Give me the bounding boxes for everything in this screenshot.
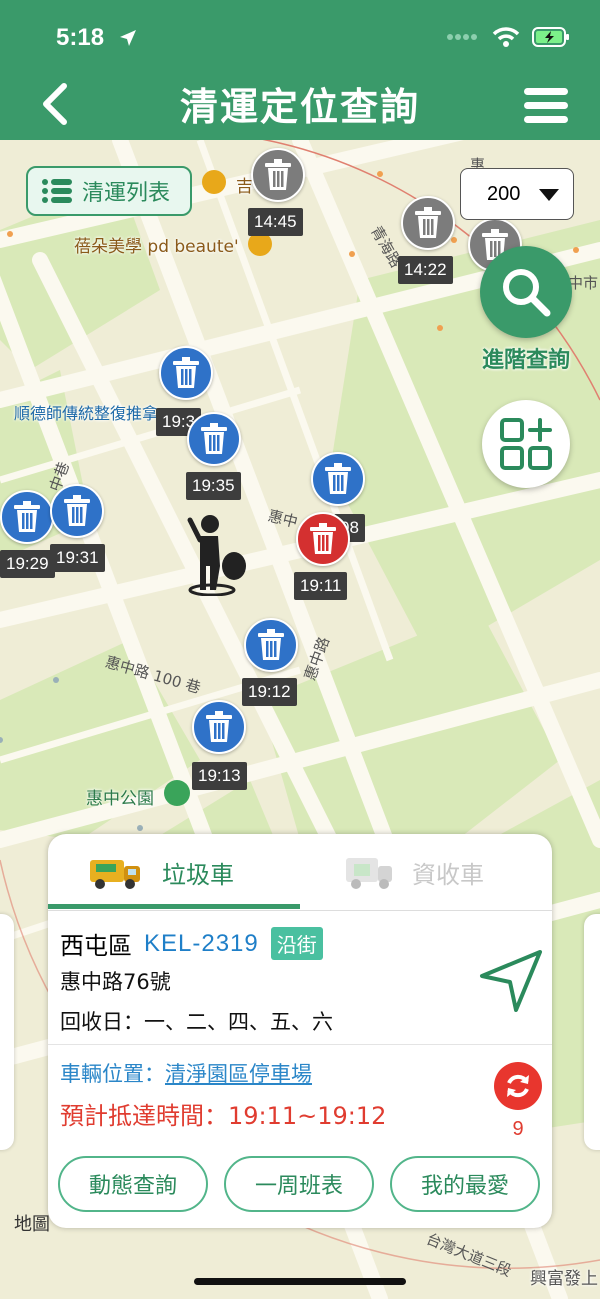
- trash-icon: [310, 523, 336, 554]
- trash-icon: [415, 207, 441, 238]
- trash-icon: [64, 495, 90, 526]
- trash-marker[interactable]: [401, 196, 455, 250]
- marker-time-label: 19:29: [0, 550, 55, 578]
- trash-marker[interactable]: [0, 490, 54, 544]
- status-bar: 5:18: [0, 0, 600, 68]
- tab-garbage-truck[interactable]: 垃圾車: [88, 834, 234, 910]
- trash-marker[interactable]: [187, 412, 241, 466]
- street-label: 中市: [568, 274, 599, 292]
- vehicle-header: 西屯區 KEL-2319 沿街: [60, 926, 323, 961]
- shop-icon: [202, 170, 226, 194]
- trash-marker[interactable]: [50, 484, 104, 538]
- home-indicator[interactable]: [194, 1278, 406, 1285]
- poi-label[interactable]: 順德師傳統整復推拿: [14, 400, 158, 424]
- trash-marker-selected[interactable]: [296, 512, 350, 566]
- advanced-search-label[interactable]: 進階查詢: [474, 342, 578, 374]
- refresh-button[interactable]: [494, 1062, 542, 1110]
- hamburger-menu-icon[interactable]: [524, 86, 568, 126]
- trash-icon: [173, 357, 199, 388]
- park-tree-icon: [164, 780, 190, 806]
- trash-icon: [258, 629, 284, 660]
- trash-marker[interactable]: [311, 452, 365, 506]
- marker-time-label: 19:35: [186, 472, 241, 500]
- eta-text: 預計抵達時間：19:11~19:12: [60, 1102, 387, 1130]
- refresh-countdown: 9: [512, 1118, 524, 1140]
- trash-icon: [325, 463, 351, 494]
- poi-label[interactable]: 蓓朵美學 pd beaute': [74, 232, 239, 257]
- refresh-icon: [507, 1074, 529, 1098]
- favorites-button[interactable]: 我的最愛: [390, 1156, 540, 1212]
- nav-bar: 清運定位查詢: [0, 68, 600, 140]
- collection-days: 回收日：一、二、四、五、六: [60, 1010, 333, 1034]
- plate-number: KEL-2319: [144, 929, 259, 957]
- stop-address: 惠中路76號: [60, 970, 171, 994]
- marker-time-label: 19:13: [192, 762, 247, 790]
- trash-icon: [206, 711, 232, 742]
- trash-marker[interactable]: [159, 346, 213, 400]
- list-icon: [42, 179, 72, 203]
- category-toggle-button[interactable]: [482, 400, 570, 488]
- garbage-truck-icon: [90, 860, 140, 889]
- advanced-search-button[interactable]: [480, 246, 572, 338]
- tab-label: 資收車: [412, 860, 484, 889]
- vehicle-info-card: 垃圾車 資收車 西屯區 KEL-2319 沿街 惠中路76號 回收日：一、二、四…: [48, 834, 552, 1228]
- location-arrow-icon: [120, 30, 136, 46]
- marker-time-label: 14:45: [248, 208, 303, 236]
- trash-icon: [201, 423, 227, 454]
- trash-marker[interactable]: [244, 618, 298, 672]
- active-tab-indicator: [48, 904, 300, 909]
- dynamic-query-button[interactable]: 動態查詢: [58, 1156, 208, 1212]
- recycling-truck-icon: [346, 858, 392, 889]
- tab-recycling-truck[interactable]: 資收車: [344, 834, 484, 910]
- grid-plus-icon: [500, 418, 552, 470]
- vehicle-position-label: 車輛位置：: [60, 1062, 165, 1086]
- vehicle-position-link[interactable]: 清淨園區停車場: [165, 1062, 312, 1086]
- weekly-schedule-button[interactable]: 一周班表: [224, 1156, 374, 1212]
- search-icon: [503, 269, 551, 317]
- cleanup-list-label: 清運列表: [82, 181, 171, 206]
- marker-time-label: 14:22: [398, 256, 453, 284]
- poi-label[interactable]: 惠中公園: [86, 784, 154, 809]
- status-time: 5:18: [56, 24, 105, 51]
- vehicle-position: 車輛位置：清淨園區停車場: [60, 1058, 312, 1088]
- radius-value: 200: [487, 183, 521, 205]
- trash-icon: [265, 159, 291, 190]
- signal-icon: [447, 34, 477, 40]
- trash-marker[interactable]: [251, 148, 305, 202]
- page-title: 清運定位查詢: [179, 85, 420, 129]
- maps-legal-label[interactable]: 地圖: [14, 1210, 50, 1236]
- chevron-down-icon: [539, 189, 559, 201]
- marker-time-label: 19:12: [242, 678, 297, 706]
- battery-icon: [532, 27, 569, 47]
- next-card-peek[interactable]: [584, 914, 600, 1150]
- wifi-icon: [492, 27, 520, 47]
- tab-label: 垃圾車: [162, 860, 234, 889]
- poi-label[interactable]: 興富發上: [530, 1264, 598, 1289]
- navigate-icon[interactable]: [476, 946, 546, 1016]
- trash-icon: [14, 501, 40, 532]
- status-icons: [446, 26, 570, 48]
- radius-select[interactable]: 200: [460, 168, 574, 220]
- vehicle-type-tabs: 垃圾車 資收車: [48, 834, 552, 911]
- marker-time-label: 19:31: [50, 544, 105, 572]
- user-location-icon: [187, 515, 246, 596]
- trash-marker[interactable]: [192, 700, 246, 754]
- district: 西屯區: [60, 932, 132, 960]
- marker-time-label: 19:11: [294, 572, 348, 600]
- prev-card-peek[interactable]: [0, 914, 14, 1150]
- route-type-badge: 沿街: [270, 927, 323, 960]
- divider: [48, 1044, 552, 1045]
- cleanup-list-button[interactable]: 清運列表: [26, 166, 192, 216]
